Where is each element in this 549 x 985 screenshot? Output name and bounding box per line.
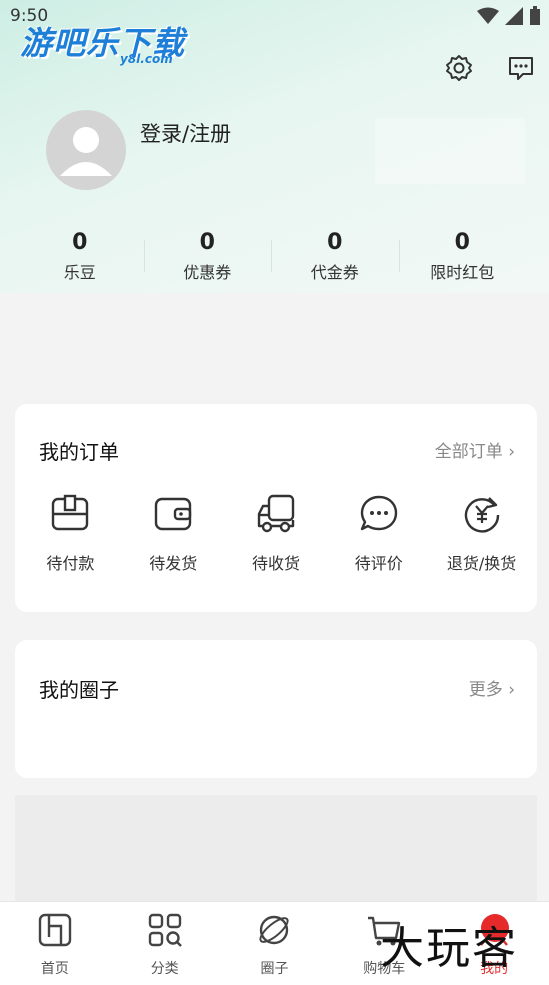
category-icon [148, 913, 182, 947]
home-icon [38, 913, 72, 947]
status-icons [477, 6, 541, 26]
avatar[interactable] [46, 110, 126, 190]
stat-value: 0 [454, 230, 470, 255]
stat-coupon[interactable]: 0 优惠券 [143, 230, 272, 283]
orders-title: 我的订单 [39, 440, 119, 464]
order-pending-review[interactable]: 待评价 [327, 494, 430, 574]
tab-label: 首页 [40, 961, 69, 977]
settings-gear-icon[interactable] [443, 52, 475, 84]
order-pending-ship[interactable]: 待发货 [122, 494, 225, 574]
order-label: 退货/换货 [446, 554, 517, 573]
order-label: 待付款 [46, 554, 95, 573]
tab-label: 圈子 [260, 961, 289, 977]
stat-value: 0 [199, 230, 215, 255]
stat-ledou[interactable]: 0 乐豆 [16, 230, 144, 283]
login-register-link[interactable]: 登录/注册 [140, 118, 231, 148]
stat-red-packet[interactable]: 0 限时红包 [398, 230, 527, 283]
watermark-logo-sub: y8l.com [120, 52, 173, 66]
circle-title: 我的圈子 [39, 678, 119, 702]
content-placeholder [15, 795, 537, 901]
purse-icon [154, 497, 192, 531]
stat-label: 优惠券 [183, 263, 232, 282]
profile-header: 9:50 游吧乐下载 y8l.com 登录/注册 0 乐豆 0 优惠券 0 代金… [0, 0, 549, 293]
stat-value: 0 [327, 230, 343, 255]
signal-icon [505, 7, 523, 25]
tab-category[interactable]: 分类 [110, 902, 220, 985]
wifi-icon [477, 7, 499, 24]
stat-value: 0 [72, 230, 88, 255]
stat-voucher[interactable]: 0 代金券 [271, 230, 399, 283]
stats-row: 0 乐豆 0 优惠券 0 代金券 0 限时红包 [16, 230, 526, 283]
stat-label: 代金券 [310, 263, 359, 282]
watermark-text: 大玩客 [380, 923, 518, 974]
order-label: 待收货 [251, 554, 300, 573]
truck-icon [257, 494, 295, 533]
yen-refresh-icon [464, 497, 499, 533]
orders-card: 我的订单 全部订单 › 待付款 待发货 待收货 待评价 退货/换货 [15, 404, 537, 612]
planet-icon [259, 915, 290, 945]
stat-label: 限时红包 [430, 263, 495, 282]
order-pending-receipt[interactable]: 待收货 [225, 494, 328, 574]
order-pending-payment[interactable]: 待付款 [19, 494, 122, 574]
order-label: 待评价 [354, 554, 403, 573]
wallet-card-icon [52, 494, 89, 531]
tab-home[interactable]: 首页 [0, 902, 110, 985]
circle-card: 我的圈子 更多 › [15, 640, 537, 778]
all-orders-link[interactable]: 全部订单 › [435, 437, 515, 462]
message-icon[interactable] [505, 52, 537, 84]
tab-circle[interactable]: 圈子 [220, 902, 330, 985]
stat-label: 乐豆 [63, 263, 96, 282]
order-label: 待发货 [149, 554, 198, 573]
profile-placeholder [375, 118, 525, 184]
circle-more-link[interactable]: 更多 › [469, 675, 515, 700]
order-return-exchange[interactable]: 退货/换货 [430, 494, 533, 574]
tab-label: 分类 [150, 961, 179, 977]
battery-icon [530, 6, 540, 25]
chat-icon [360, 495, 397, 531]
